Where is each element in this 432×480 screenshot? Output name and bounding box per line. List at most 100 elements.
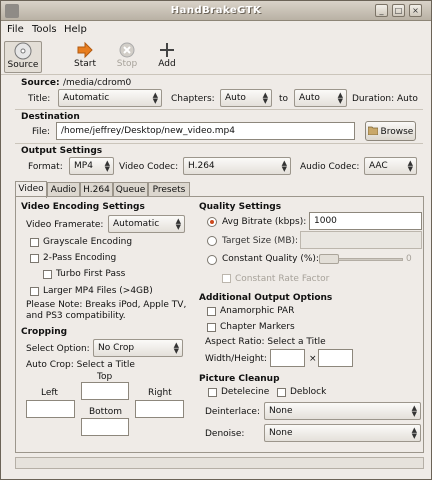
compat-note: Please Note: Breaks iPod, Apple TV,: [26, 300, 187, 310]
combo-arrows-icon: ▲ ▼: [281, 159, 287, 173]
framerate-label: Video Framerate:: [26, 220, 104, 230]
crop-bottom-label: Bottom: [89, 407, 123, 417]
combo-arrows-icon: ▲ ▼: [173, 341, 179, 355]
target-size-radio[interactable]: [207, 236, 217, 246]
crop-top-entry[interactable]: [81, 382, 129, 400]
times-label: ×: [309, 354, 317, 364]
denoise-label: Denoise:: [205, 429, 245, 439]
close-button[interactable]: ×: [409, 4, 422, 17]
target-size-entry[interactable]: [300, 231, 422, 249]
tab-h264[interactable]: H.264: [80, 182, 113, 197]
stop-button[interactable]: Stop: [110, 41, 144, 73]
denoise-combo[interactable]: None ▲ ▼: [264, 424, 421, 442]
browse-button[interactable]: Browse: [365, 121, 416, 141]
separator: [15, 143, 423, 144]
larger-mp4-checkbox[interactable]: [30, 287, 39, 296]
video-encoding-heading: Video Encoding Settings: [21, 202, 145, 212]
width-entry[interactable]: [270, 349, 305, 367]
deinterlace-value: None: [269, 406, 293, 416]
chapter-markers-checkbox[interactable]: [207, 323, 216, 332]
title-bar[interactable]: HandBrakeGTK _ □ ×: [1, 1, 431, 21]
menu-file[interactable]: File: [7, 24, 24, 35]
chapter-markers-label: Chapter Markers: [220, 322, 295, 332]
crop-left-entry[interactable]: [26, 400, 75, 418]
deblock-checkbox[interactable]: [277, 388, 286, 397]
detelecine-checkbox[interactable]: [208, 388, 217, 397]
chapter-end-combo[interactable]: Auto ▲ ▼: [294, 89, 347, 107]
constant-quality-slider[interactable]: [319, 254, 403, 264]
deinterlace-combo[interactable]: None ▲ ▼: [264, 402, 421, 420]
compat-note-2: and PS3 compatibility.: [26, 311, 126, 321]
height-entry[interactable]: [318, 349, 353, 367]
avg-bitrate-radio[interactable]: [207, 217, 217, 227]
constant-quality-label: Constant Quality (%):: [222, 254, 319, 264]
title-combo-value: Automatic: [63, 93, 110, 103]
video-codec-value: H.264: [188, 161, 215, 171]
chapter-end-value: Auto: [299, 93, 320, 103]
crop-right-entry[interactable]: [135, 400, 184, 418]
auto-crop-label: Auto Crop: Select a Title: [26, 360, 135, 370]
play-arrow-icon: [77, 41, 93, 59]
crf-checkbox[interactable]: [222, 274, 231, 283]
anamorphic-checkbox[interactable]: [207, 307, 216, 316]
tab-presets[interactable]: Presets: [148, 182, 190, 197]
menu-help[interactable]: Help: [64, 24, 87, 35]
twopass-checkbox[interactable]: [30, 254, 39, 263]
destination-heading: Destination: [21, 112, 80, 122]
duration-value: Auto: [397, 94, 418, 104]
plus-icon: [160, 43, 174, 57]
title-combo[interactable]: Automatic ▲ ▼: [58, 89, 162, 107]
detelecine-label: Detelecine: [221, 387, 270, 397]
constant-quality-value: 0: [406, 254, 412, 264]
tab-audio[interactable]: Audio: [47, 182, 80, 197]
maximize-button[interactable]: □: [392, 4, 405, 17]
crop-select-value: No Crop: [98, 343, 135, 353]
separator: [15, 109, 423, 110]
toolbar: Source Start Stop Add: [1, 39, 431, 75]
add-button[interactable]: Add: [151, 41, 183, 73]
turbo-label: Turbo First Pass: [56, 269, 126, 279]
crf-label: Constant Rate Factor: [235, 274, 330, 284]
format-value: MP4: [74, 161, 93, 171]
slider-thumb[interactable]: [319, 254, 339, 264]
avg-bitrate-entry[interactable]: 1000: [309, 212, 422, 230]
deblock-label: Deblock: [290, 387, 327, 397]
quality-heading: Quality Settings: [199, 202, 282, 212]
output-settings-heading: Output Settings: [21, 146, 103, 156]
framerate-combo[interactable]: Automatic ▲ ▼: [108, 215, 185, 233]
avg-bitrate-label: Avg Bitrate (kbps):: [222, 217, 307, 227]
combo-arrows-icon: ▲ ▼: [411, 404, 417, 418]
additional-options-heading: Additional Output Options: [199, 293, 333, 303]
source-button[interactable]: Source: [4, 41, 42, 73]
start-button-label: Start: [74, 59, 96, 69]
progress-bar: [15, 457, 424, 469]
source-label: Source:: [21, 78, 60, 88]
source-path: /media/cdrom0: [63, 78, 132, 88]
constant-quality-radio[interactable]: [207, 255, 217, 265]
larger-mp4-label: Larger MP4 Files (>4GB): [43, 286, 153, 296]
format-combo[interactable]: MP4 ▲ ▼: [69, 157, 114, 175]
video-codec-combo[interactable]: H.264 ▲ ▼: [183, 157, 291, 175]
grayscale-checkbox[interactable]: [30, 238, 39, 247]
combo-arrows-icon: ▲ ▼: [175, 217, 181, 231]
combo-arrows-icon: ▲ ▼: [411, 426, 417, 440]
tab-queue[interactable]: Queue: [113, 182, 148, 197]
file-entry[interactable]: /home/jeffrey/Desktop/new_video.mp4: [56, 122, 355, 140]
audio-codec-label: Audio Codec:: [300, 162, 360, 172]
menu-tools[interactable]: Tools: [32, 24, 57, 35]
disc-icon: [14, 42, 32, 60]
crop-bottom-entry[interactable]: [81, 418, 129, 436]
crop-left-label: Left: [41, 388, 58, 398]
target-size-label: Target Size (MB):: [222, 236, 299, 246]
window-title: HandBrakeGTK: [170, 5, 262, 16]
chapter-start-combo[interactable]: Auto ▲ ▼: [220, 89, 272, 107]
handbrake-window: HandBrakeGTK _ □ × File Tools Help Sourc…: [0, 0, 432, 480]
turbo-checkbox[interactable]: [43, 270, 52, 279]
menu-bar: File Tools Help: [1, 22, 431, 39]
start-button[interactable]: Start: [67, 41, 103, 73]
minimize-button[interactable]: _: [375, 4, 388, 17]
crop-top-label: Top: [97, 372, 113, 382]
crop-select-combo[interactable]: No Crop ▲ ▼: [93, 339, 183, 357]
to-label: to: [279, 94, 289, 104]
audio-codec-combo[interactable]: AAC ▲ ▼: [364, 157, 417, 175]
